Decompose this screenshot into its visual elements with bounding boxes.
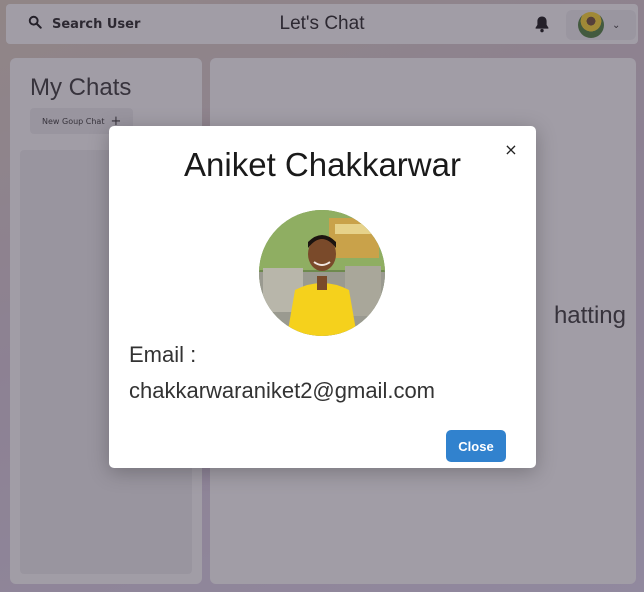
email-value: chakkarwaraniket2@gmail.com <box>129 378 436 403</box>
email-label: Email : <box>129 342 197 367</box>
profile-name: Aniket Chakkarwar <box>184 146 461 183</box>
close-button[interactable]: Close <box>446 430 506 462</box>
profile-modal: × Aniket Chakkarwar Email : chakkarwaran… <box>109 126 536 468</box>
profile-avatar <box>259 210 385 336</box>
